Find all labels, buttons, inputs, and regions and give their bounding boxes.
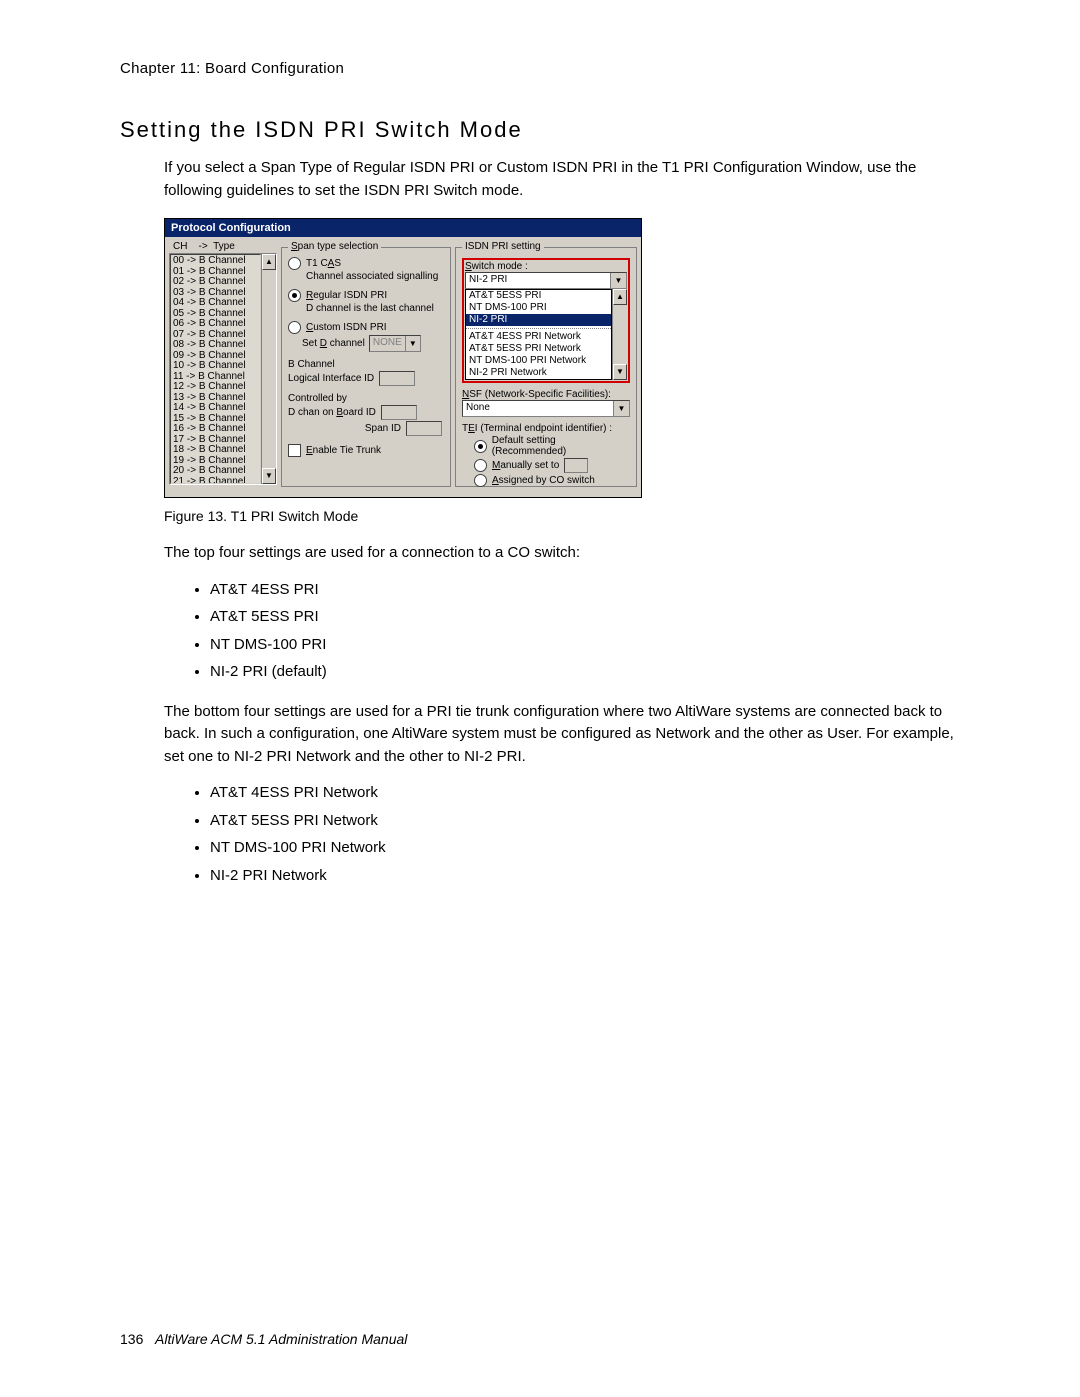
switch-mode-label: Switch mode :	[465, 261, 627, 272]
section-title: Setting the ISDN PRI Switch Mode	[120, 117, 960, 143]
scroll-down-icon[interactable]: ▼	[613, 364, 627, 380]
list-item[interactable]: AT&T 5ESS PRI	[466, 290, 611, 302]
switch-mode-dropdown[interactable]: AT&T 5ESS PRI NT DMS-100 PRI NI-2 PRI AT…	[465, 289, 612, 380]
chapter-header: Chapter 11: Board Configuration	[120, 60, 960, 77]
radio-icon	[474, 474, 487, 487]
figure-dialog: Protocol Configuration CH -> Type 00 -> …	[164, 218, 960, 498]
switch-mode-combo[interactable]: NI-2 PRI ▼	[465, 272, 627, 289]
dchan-board-input[interactable]	[381, 405, 417, 420]
radio-tei-manual[interactable]: Manually set to	[474, 458, 630, 473]
scroll-down-icon[interactable]: ▼	[262, 468, 276, 484]
switch-mode-highlight: Switch mode : NI-2 PRI ▼ AT&T 5ESS PRI N…	[462, 258, 630, 383]
scroll-up-icon[interactable]: ▲	[262, 254, 276, 270]
scroll-up-icon[interactable]: ▲	[613, 289, 627, 305]
list-item[interactable]: 12 -> B Channel	[173, 382, 258, 393]
section-intro: If you select a Span Type of Regular ISD…	[164, 157, 960, 202]
span-id-input[interactable]	[406, 421, 442, 436]
list-item[interactable]: 16 -> B Channel	[173, 424, 258, 435]
protocol-config-dialog: Protocol Configuration CH -> Type 00 -> …	[164, 218, 642, 498]
radio-icon	[288, 289, 301, 302]
set-d-channel-label: Set D channel	[302, 338, 365, 349]
list-item[interactable]: 20 -> B Channel	[173, 466, 258, 477]
list-item: NT DMS-100 PRI	[210, 632, 960, 658]
list-item[interactable]: 08 -> B Channel	[173, 340, 258, 351]
list-item[interactable]: 04 -> B Channel	[173, 298, 258, 309]
set-d-channel-combo[interactable]: NONE ▼	[369, 335, 421, 352]
paragraph-top: The top four settings are used for a con…	[164, 542, 960, 565]
list-item[interactable]: NT DMS-100 PRI	[466, 302, 611, 314]
list-item[interactable]: AT&T 5ESS PRI Network	[466, 343, 611, 355]
list-item[interactable]: NI-2 PRI	[466, 314, 611, 326]
page-number: 136	[120, 1331, 143, 1347]
list-item[interactable]: NI-2 PRI Network	[466, 367, 611, 379]
channel-list-header: CH -> Type	[169, 241, 277, 253]
radio-icon	[288, 257, 301, 270]
radio-icon	[474, 440, 487, 453]
chevron-down-icon: ▼	[405, 336, 420, 351]
list-item[interactable]: 14 -> B Channel	[173, 403, 258, 414]
regular-sub: D channel is the last channel	[306, 303, 444, 314]
list-item: NI-2 PRI Network	[210, 863, 960, 889]
figure-caption: Figure 13. T1 PRI Switch Mode	[164, 508, 960, 524]
list-item[interactable]: 02 -> B Channel	[173, 277, 258, 288]
span-type-group: Span type selection T1 CAS Channel assoc…	[281, 247, 451, 487]
chevron-down-icon: ▼	[613, 401, 629, 416]
list-item[interactable]: 18 -> B Channel	[173, 445, 258, 456]
nsf-label: NSF (Network-Specific Facilities):	[462, 389, 630, 400]
logical-id-label: Logical Interface ID	[288, 373, 374, 384]
dialog-title: Protocol Configuration	[165, 219, 641, 237]
tei-label: TEI (Terminal endpoint identifier) :	[462, 423, 630, 434]
list-item: AT&T 4ESS PRI	[210, 577, 960, 603]
enable-tie-trunk-checkbox[interactable]: Enable Tie Trunk	[288, 444, 444, 457]
list-item[interactable]: AT&T 4ESS PRI Network	[466, 328, 611, 343]
channel-scrollbar[interactable]: ▲ ▼	[261, 254, 276, 484]
list-item: AT&T 4ESS PRI Network	[210, 780, 960, 806]
radio-tei-default[interactable]: Default setting (Recommended)	[474, 435, 630, 457]
nsf-combo[interactable]: None ▼	[462, 400, 630, 417]
radio-regular-isdn[interactable]: Regular ISDN PRI	[288, 289, 444, 302]
list-item: AT&T 5ESS PRI	[210, 604, 960, 630]
list-item[interactable]: 06 -> B Channel	[173, 319, 258, 330]
list-item: AT&T 5ESS PRI Network	[210, 808, 960, 834]
radio-icon	[288, 321, 301, 334]
isdn-pri-legend: ISDN PRI setting	[462, 241, 544, 252]
span-id-label: Span ID	[365, 423, 401, 434]
dchan-board-label: D chan on Board ID	[288, 407, 376, 418]
span-type-legend: Span type selection	[288, 241, 381, 252]
tie-trunk-list: AT&T 4ESS PRI Network AT&T 5ESS PRI Netw…	[190, 780, 960, 888]
radio-custom-isdn[interactable]: Custom ISDN PRI	[288, 321, 444, 334]
bchannel-label: B Channel	[288, 359, 444, 370]
list-item: NI-2 PRI (default)	[210, 659, 960, 685]
chevron-down-icon: ▼	[610, 273, 626, 288]
list-item[interactable]: 10 -> B Channel	[173, 361, 258, 372]
dropdown-scrollbar[interactable]: ▲ ▼	[612, 289, 627, 380]
list-item: NT DMS-100 PRI Network	[210, 835, 960, 861]
controlled-by-label: Controlled by	[288, 393, 444, 404]
logical-id-input[interactable]	[379, 371, 415, 386]
radio-icon	[474, 459, 487, 472]
list-item[interactable]: 00 -> B Channel	[173, 256, 258, 267]
co-switch-list: AT&T 4ESS PRI AT&T 5ESS PRI NT DMS-100 P…	[190, 577, 960, 685]
list-item[interactable]: 21 -> B Channel	[173, 477, 258, 485]
tei-manual-input[interactable]	[564, 458, 588, 473]
list-item[interactable]: NT DMS-100 PRI Network	[466, 355, 611, 367]
channel-listbox[interactable]: 00 -> B Channel 01 -> B Channel 02 -> B …	[170, 254, 261, 484]
page-footer: 136 AltiWare ACM 5.1 Administration Manu…	[120, 1331, 407, 1347]
manual-title: AltiWare ACM 5.1 Administration Manual	[155, 1331, 407, 1347]
paragraph-bottom: The bottom four settings are used for a …	[164, 701, 960, 769]
t1cas-sub: Channel associated signalling	[306, 271, 444, 282]
radio-tei-assigned[interactable]: Assigned by CO switch	[474, 474, 630, 487]
radio-t1cas[interactable]: T1 CAS	[288, 257, 444, 270]
isdn-pri-group: ISDN PRI setting Switch mode : NI-2 PRI …	[455, 247, 637, 487]
checkbox-icon	[288, 444, 301, 457]
